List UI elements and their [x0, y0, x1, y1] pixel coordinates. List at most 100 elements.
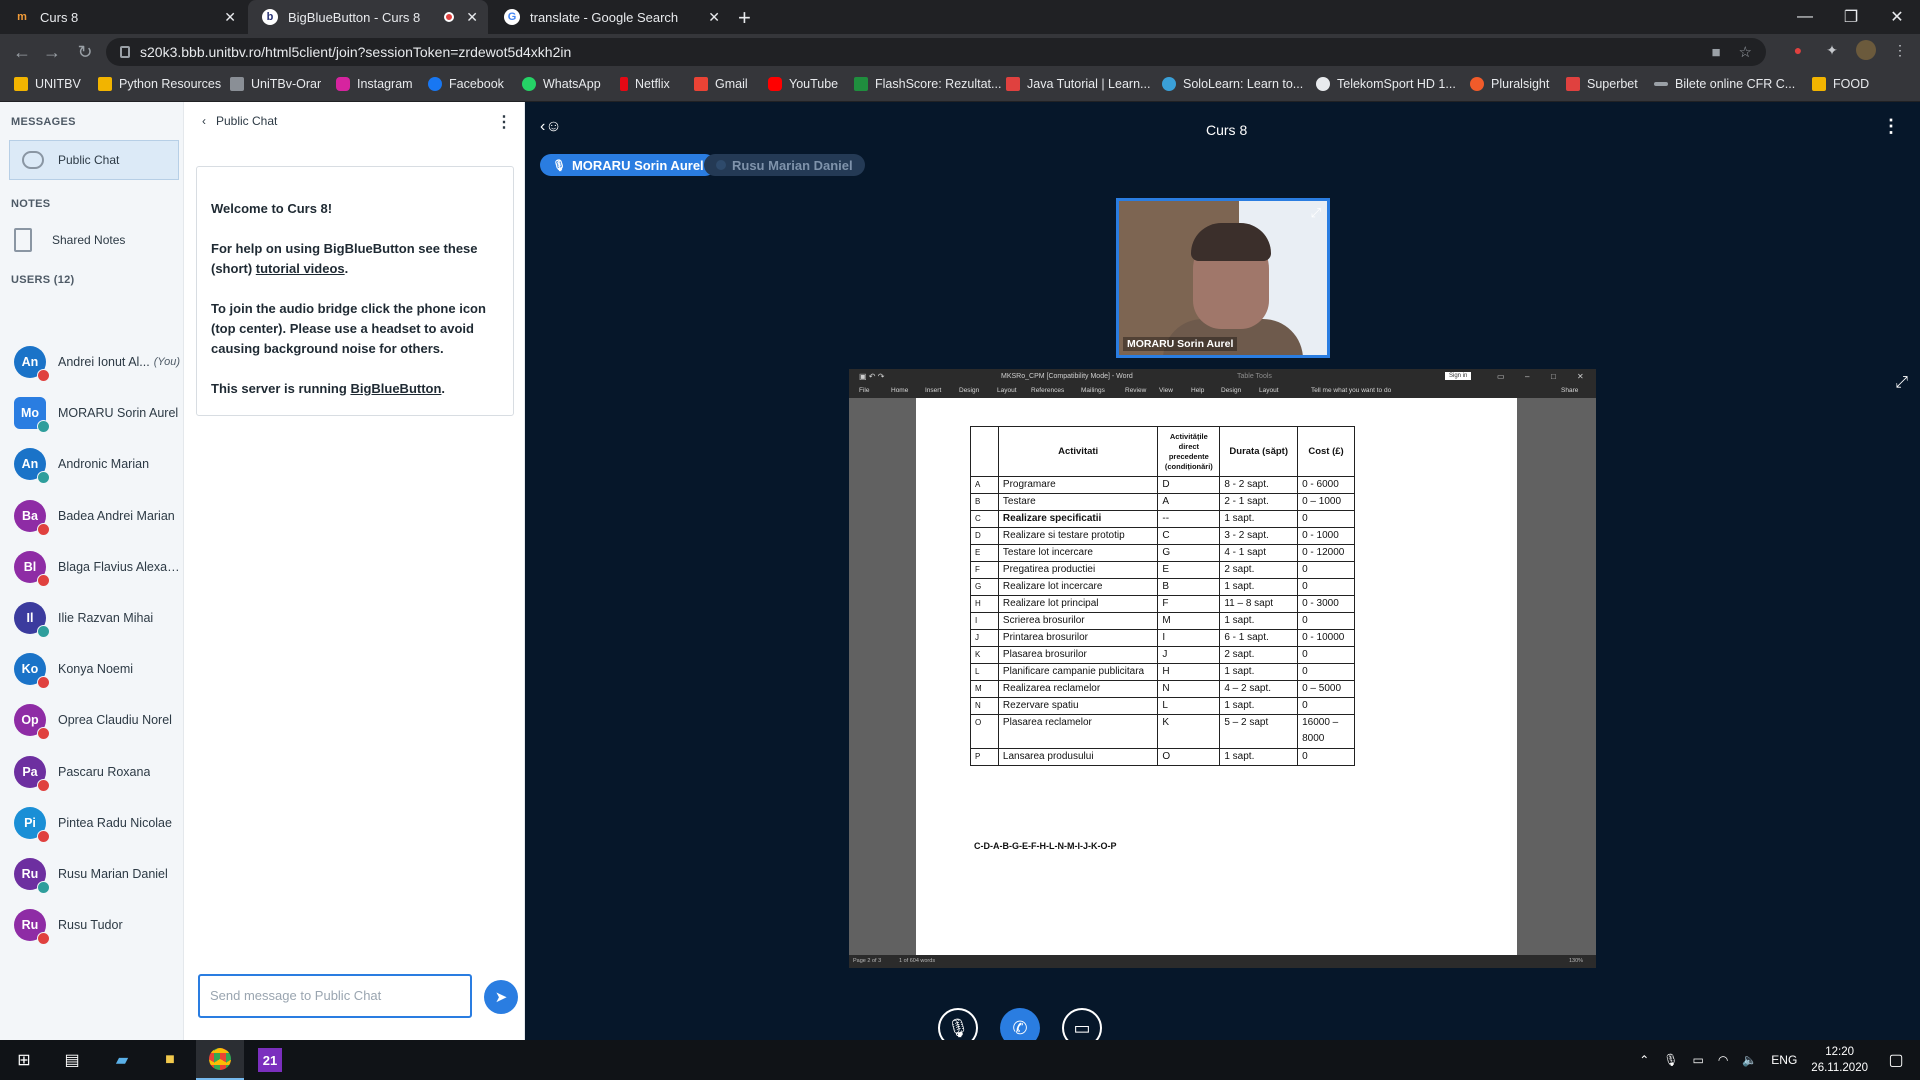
tab-curs8[interactable]: m Curs 8 ✕ — [0, 0, 246, 34]
public-chat-item[interactable]: Public Chat — [9, 140, 179, 180]
cell-activity: Testare lot incercare — [997, 544, 1159, 562]
bookmark-cfr[interactable]: Bilete online CFR C... — [1654, 77, 1795, 91]
cell-predecessor: J — [1157, 646, 1221, 664]
bookmark-telekomsport[interactable]: TelekomSport HD 1... — [1316, 77, 1456, 91]
microphone-tray-icon[interactable]: 🎙 — [1663, 1053, 1678, 1067]
cell-duration: 2 - 1 sapt. — [1219, 493, 1299, 511]
word-zoom: 130% — [1569, 958, 1584, 964]
cell-activity: Realizare lot principal — [997, 595, 1159, 613]
notifications-icon[interactable]: ▢ — [1872, 1040, 1920, 1080]
close-tab-icon[interactable]: ✕ — [708, 9, 720, 26]
user-list-item[interactable]: Ru Rusu Marian Daniel — [14, 854, 184, 894]
header-cost: Cost (£) — [1297, 426, 1355, 477]
user-list-item[interactable]: Pi Pintea Radu Nicolae — [14, 803, 184, 843]
app-icon[interactable]: ▰ — [98, 1040, 146, 1080]
user-list-item[interactable]: Ko Konya Noemi — [14, 649, 184, 690]
cell-duration: 4 – 2 sapt. — [1219, 680, 1299, 698]
close-tab-icon[interactable]: ✕ — [224, 9, 236, 26]
user-list-item[interactable]: Ru Rusu Tudor — [14, 905, 184, 946]
profile-avatar[interactable] — [1856, 40, 1876, 60]
bookmark-superbet[interactable]: Superbet — [1566, 77, 1638, 91]
user-list-item[interactable]: Mo MORARU Sorin Aurel — [14, 393, 184, 434]
language-indicator[interactable]: ENG — [1771, 1053, 1797, 1067]
close-window-icon[interactable]: ✕ — [1874, 0, 1920, 34]
word-ribbon-icon: ▭ — [1497, 372, 1505, 381]
reload-icon[interactable]: ↻ — [73, 40, 97, 64]
chrome-menu-icon[interactable]: ⋮ — [1890, 40, 1910, 60]
user-list-item[interactable]: Il Ilie Razvan Mihai — [14, 598, 184, 638]
bookmark-gmail[interactable]: Gmail — [694, 77, 748, 91]
options-menu-icon[interactable]: ⋮ — [1882, 116, 1900, 137]
messages-title: MESSAGES — [11, 116, 76, 128]
bookmark-unitbv-orar[interactable]: UniTBv-Orar — [230, 77, 321, 91]
bookmark-netflix[interactable]: Netflix — [620, 77, 670, 91]
bookmark-flashscore[interactable]: FlashScore: Rezultat... — [854, 77, 1001, 91]
netflix-icon — [620, 77, 628, 91]
user-list-item[interactable]: Ba Badea Andrei Marian — [14, 496, 184, 536]
audio-status-icon — [37, 829, 50, 843]
folder-icon — [14, 77, 28, 91]
user-name: MORARU Sorin Aurel — [58, 406, 179, 421]
wifi-icon[interactable]: ◠ — [1718, 1053, 1728, 1067]
chat-options-icon[interactable]: ⋮ — [496, 112, 512, 132]
microphone-muted-icon: 🎙 — [946, 1017, 970, 1038]
table-row: E Testare lot incercare G 4 - 1 sapt 0 - 120… — [970, 544, 1355, 562]
minimize-icon[interactable]: — — [1782, 0, 1828, 34]
lock-icon — [120, 46, 130, 58]
chrome-taskbar-icon[interactable] — [196, 1040, 244, 1080]
forward-icon[interactable]: → — [40, 40, 64, 64]
bookmark-youtube[interactable]: YouTube — [768, 77, 838, 91]
windows-start-icon[interactable]: ⊞ — [0, 1040, 48, 1080]
bookmark-sololearn[interactable]: SoloLearn: Learn to... — [1162, 77, 1303, 91]
user-list-item[interactable]: Bl Blaga Flavius Alexan... — [14, 547, 184, 587]
word-menu-item: Design — [959, 387, 980, 394]
extensions-icon[interactable]: ✦ — [1822, 40, 1842, 60]
bookmark-instagram[interactable]: Instagram — [336, 77, 413, 91]
back-icon[interactable]: ← — [10, 40, 34, 64]
talking-indicator-inactive[interactable]: Rusu Marian Daniel — [704, 154, 865, 176]
bookmark-pluralsight[interactable]: Pluralsight — [1470, 77, 1549, 91]
close-tab-icon[interactable]: ✕ — [466, 9, 478, 26]
flashscore-icon — [854, 77, 868, 91]
send-message-button[interactable]: ➤ — [484, 980, 518, 1014]
chevron-up-icon[interactable]: ⌃ — [1639, 1053, 1649, 1067]
clock[interactable]: 12:20 26.11.2020 — [1811, 1044, 1868, 1076]
new-tab-icon[interactable]: + — [738, 5, 751, 31]
expand-icon[interactable]: ⤢ — [1311, 205, 1321, 221]
chat-message-input[interactable]: Send message to Public Chat — [198, 974, 472, 1018]
bookmark-whatsapp[interactable]: WhatsApp — [522, 77, 601, 91]
volume-icon[interactable]: 🔈 — [1742, 1053, 1757, 1067]
bookmark-food[interactable]: FOOD — [1812, 77, 1869, 91]
user-list-item[interactable]: An Andronic Marian — [14, 444, 184, 485]
battery-icon[interactable]: ▭ — [1693, 1053, 1704, 1067]
user-list-item[interactable]: Op Oprea Claudiu Norel — [14, 700, 184, 741]
opera-icon[interactable]: ● — [1788, 40, 1808, 60]
user-list-item[interactable]: Pa Pascaru Roxana — [14, 752, 184, 792]
address-bar[interactable]: s20k3.bbb.unitbv.ro/html5client/join?ses… — [106, 38, 1766, 66]
fullscreen-icon[interactable]: ⤢ — [1895, 374, 1908, 392]
camera-icon[interactable]: ■ — [1711, 44, 1720, 61]
cell-id: G — [970, 578, 999, 596]
app21-taskbar-icon[interactable]: 21 — [246, 1040, 294, 1080]
task-view-icon[interactable]: ▤ — [48, 1040, 96, 1080]
bookmark-unitbv[interactable]: UNITBV — [14, 77, 81, 91]
toggle-user-list-icon[interactable]: ‹☺ — [540, 118, 562, 136]
chevron-left-icon[interactable]: ‹ — [202, 114, 206, 128]
talking-indicator-active[interactable]: 🎙 MORARU Sorin Aurel — [540, 154, 716, 176]
cell-id: L — [970, 663, 999, 681]
bookmark-facebook[interactable]: Facebook — [428, 77, 504, 91]
restore-icon[interactable]: ❐ — [1828, 0, 1874, 34]
tab-translate[interactable]: G translate - Google Search ✕ — [490, 0, 730, 34]
bigbluebutton-link[interactable]: BigBlueButton — [350, 381, 441, 396]
cell-duration: 1 sapt. — [1219, 578, 1299, 596]
bookmark-star-icon[interactable]: ☆ — [1739, 43, 1752, 61]
file-explorer-icon[interactable]: ■ — [146, 1040, 194, 1080]
bookmark-python[interactable]: Python Resources — [98, 77, 221, 91]
tutorial-videos-link[interactable]: tutorial videos — [256, 261, 345, 276]
user-list-item[interactable]: An Andrei Ionut Al... (You) — [14, 342, 184, 382]
chat-header[interactable]: ‹ Public Chat — [202, 114, 277, 128]
bookmark-java[interactable]: Java Tutorial | Learn... — [1006, 77, 1150, 91]
shared-notes-item[interactable]: Shared Notes — [14, 228, 125, 252]
tab-bigbluebutton[interactable]: b BigBlueButton - Curs 8 ✕ — [248, 0, 488, 34]
webcam-video[interactable]: MORARU Sorin Aurel ⤢ — [1116, 198, 1330, 358]
